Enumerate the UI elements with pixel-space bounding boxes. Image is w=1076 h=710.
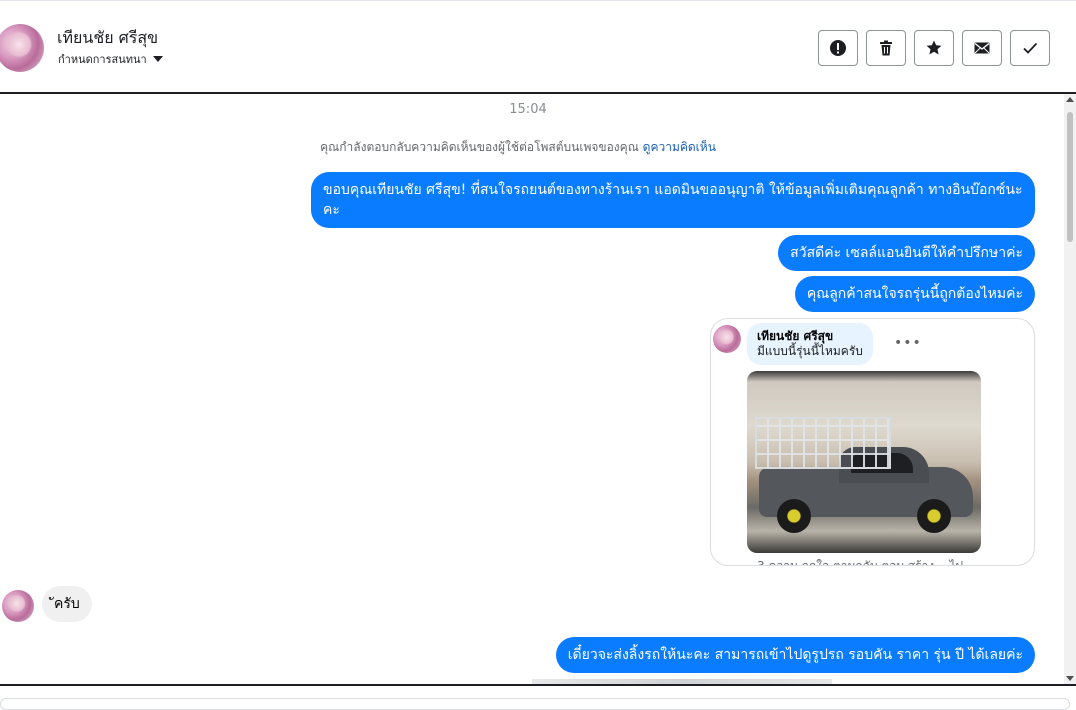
envelope-icon bbox=[974, 42, 990, 54]
mark-spam-button[interactable] bbox=[818, 30, 858, 66]
message-thread[interactable]: 15:04 คุณกำลังตอบกลับความคิดเห็นของผู้ใช… bbox=[0, 94, 1064, 684]
sender-avatar[interactable] bbox=[2, 590, 34, 622]
star-button[interactable] bbox=[914, 30, 954, 66]
composer-divider bbox=[0, 684, 1076, 686]
exclamation-icon bbox=[830, 40, 846, 56]
mark-unread-button[interactable] bbox=[962, 30, 1002, 66]
pickup-truck-photo[interactable] bbox=[747, 371, 981, 553]
comment-actions-caption: 3 ความ ถูกใจ ตามกลับ ตอบ สร้าง ...ไป bbox=[757, 559, 964, 566]
outgoing-message[interactable]: สวัสดีค่ะ เซลล์แอนยินดีให้คำปรึกษาค่ะ bbox=[778, 235, 1035, 271]
mark-done-button[interactable] bbox=[1010, 30, 1050, 66]
header-actions bbox=[818, 30, 1050, 66]
contact-avatar[interactable] bbox=[0, 24, 44, 72]
outgoing-message[interactable]: เดี๋ยวจะส่งลิ้งรถให้นะคะ สามารถเข้าไปดูร… bbox=[555, 637, 1035, 673]
thread-scrollbar[interactable] bbox=[1064, 94, 1076, 684]
outgoing-message[interactable]: ขอบคุณเทียนชัย ศรีสุข! ที่สนใจรถยนต์ของท… bbox=[311, 172, 1035, 228]
view-comment-link[interactable]: ดูความคิดเห็น bbox=[643, 140, 716, 154]
caret-down-icon bbox=[152, 56, 163, 62]
scroll-down-arrow-icon[interactable] bbox=[1066, 676, 1074, 681]
scroll-thumb[interactable] bbox=[1067, 112, 1073, 242]
message-timestamp: 15:04 bbox=[509, 102, 547, 117]
outgoing-message[interactable]: คุณลูกค้าสนใจรถรุ่นนี้ถูกต้องไหมค่ะ bbox=[794, 276, 1035, 312]
reply-context-notice: คุณกำลังตอบกลับความคิดเห็นของผู้ใช้ต่อโพ… bbox=[0, 138, 1036, 157]
truck-cargo-rack bbox=[755, 417, 891, 469]
star-icon bbox=[926, 40, 942, 55]
commenter-avatar bbox=[713, 325, 741, 353]
scroll-up-arrow-icon[interactable] bbox=[1066, 97, 1074, 102]
shared-comment-card[interactable]: เทียนชัย ศรีสุข มีแบบนี้รุ่นนี้ไหมครับ •… bbox=[710, 318, 1035, 566]
trash-icon bbox=[880, 40, 892, 56]
check-icon bbox=[1023, 42, 1038, 54]
conversation-header: เทียนชัย ศรีสุข กำหนดการสนทนา bbox=[0, 4, 1076, 92]
delete-button[interactable] bbox=[866, 30, 906, 66]
assign-conversation-dropdown[interactable]: กำหนดการสนทนา bbox=[58, 50, 163, 68]
comment-text: มีแบบนี้รุ่นนี้ไหมครับ bbox=[757, 344, 863, 358]
more-options-icon[interactable]: ••• bbox=[894, 335, 922, 351]
truck-wheel bbox=[777, 499, 811, 533]
contact-name[interactable]: เทียนชัย ศรีสุข bbox=[57, 26, 158, 51]
shared-comment-bubble: เทียนชัย ศรีสุข มีแบบนี้รุ่นนี้ไหมครับ bbox=[747, 323, 873, 365]
message-composer[interactable] bbox=[0, 698, 1070, 710]
truck-wheel bbox=[917, 499, 951, 533]
assign-label: กำหนดการสนทนา bbox=[58, 53, 147, 66]
commenter-name: เทียนชัย ศรีสุข bbox=[757, 329, 834, 343]
incoming-message[interactable]: ัครับ bbox=[42, 586, 92, 622]
notice-text: คุณกำลังตอบกลับความคิดเห็นของผู้ใช้ต่อโพ… bbox=[320, 140, 639, 154]
